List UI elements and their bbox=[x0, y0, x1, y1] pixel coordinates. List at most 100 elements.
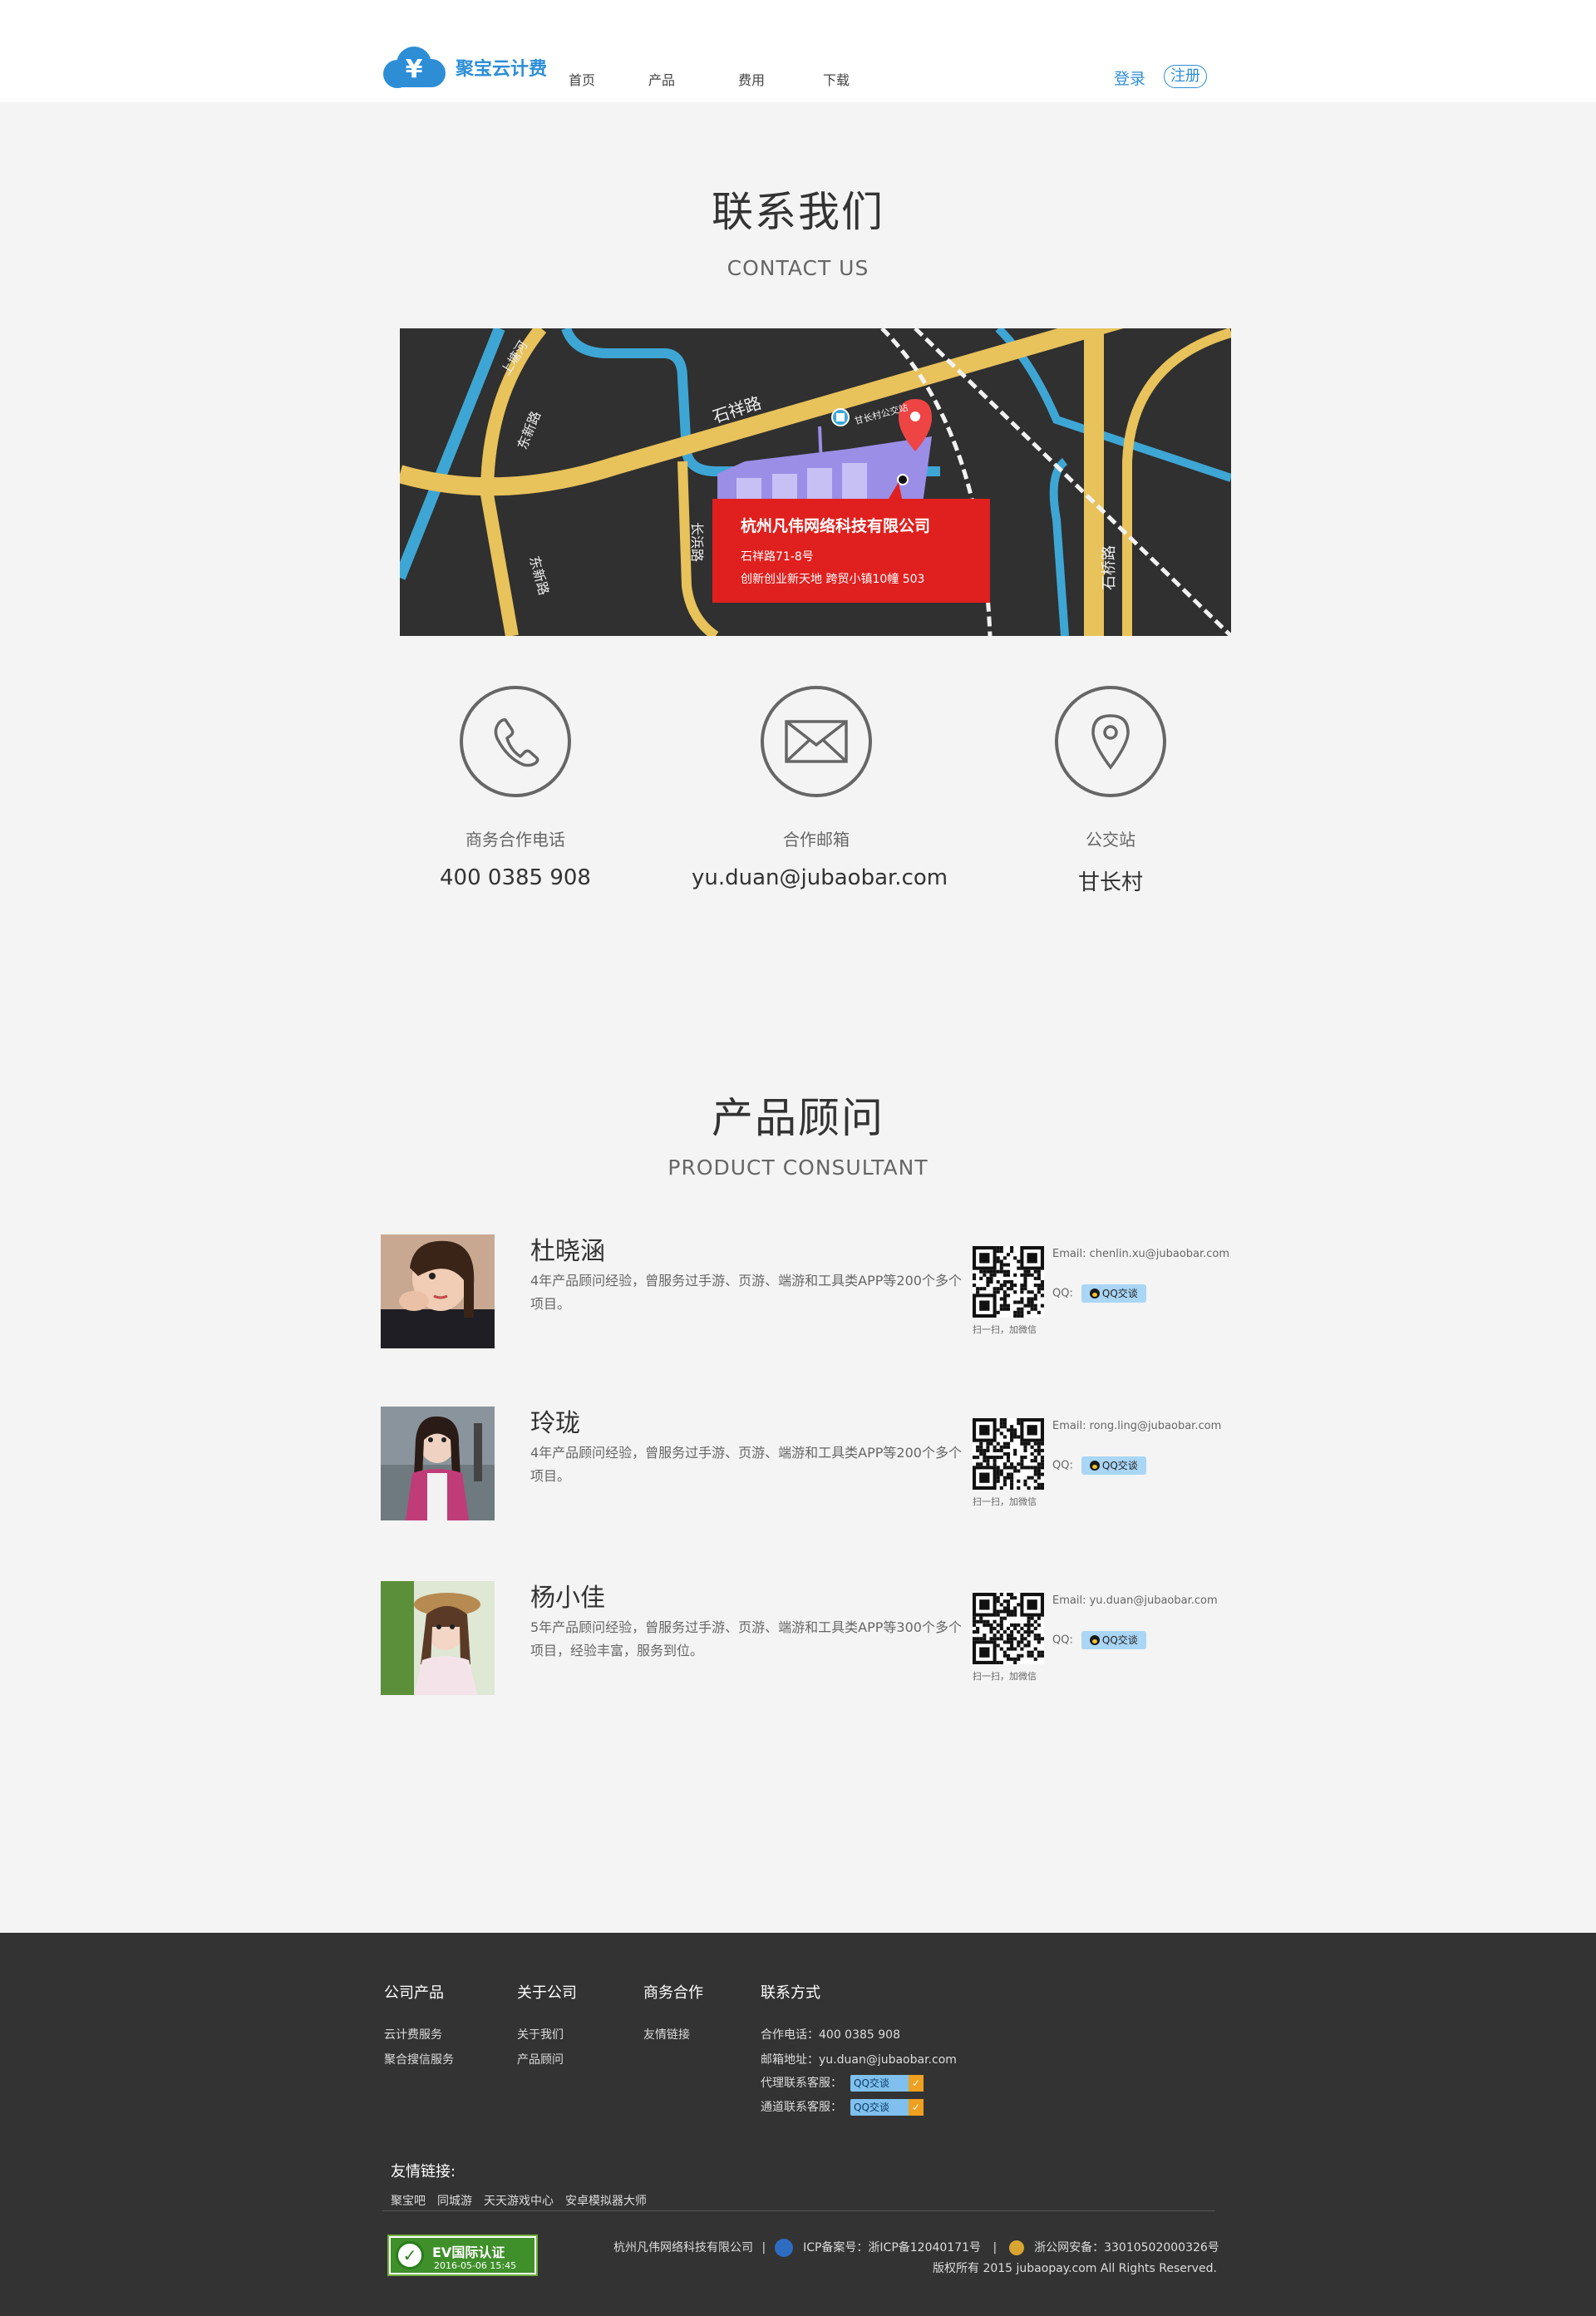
consultant-photo bbox=[381, 1581, 495, 1695]
svg-text:¥: ¥ bbox=[406, 55, 423, 84]
address-line: 石祥路71-8号 bbox=[741, 550, 814, 564]
brand-name: 聚宝云计费 bbox=[456, 59, 548, 80]
email-address[interactable]: yu.duan@jubaobar.com bbox=[692, 865, 948, 890]
company-card: 杭州凡伟网络科技有限公司 石祥路71-8号 创新创业新天地 跨贸小镇10幢 50… bbox=[712, 499, 990, 603]
consultant-desc: 4年产品顾问经验，曾服务过手游、页游、端游和工具类APP等200个多个项目。 bbox=[530, 1445, 962, 1484]
ev-date: 2016-05-06 15:45 bbox=[434, 2260, 517, 2271]
friend-links-title: 友情链接: bbox=[391, 2163, 456, 2180]
qr-caption: 扫一扫，加微信 bbox=[973, 1324, 1037, 1335]
consultant-email: Email: chenlin.xu@jubaobar.com bbox=[1052, 1248, 1229, 1260]
consultant-email: Email: rong.ling@jubaobar.com bbox=[1052, 1420, 1221, 1432]
map-road-label: 石桥路 bbox=[1101, 545, 1118, 590]
contact-label: 商务合作电话 bbox=[466, 830, 565, 850]
footer-col-title: 商务合作 bbox=[643, 1984, 703, 2002]
icp-number[interactable]: ICP备案号：浙ICP备12040171号 bbox=[803, 2241, 981, 2254]
consultant-qq: QQ: QQ交谈 bbox=[1052, 1456, 1146, 1475]
email-label: Email: bbox=[1052, 1248, 1086, 1260]
copyright: 版权所有 2015 jubaopay.com All Rights Reserv… bbox=[933, 2262, 1217, 2275]
footer-link[interactable]: 产品顾问 bbox=[517, 2051, 564, 2067]
qq-chat-button[interactable]: QQ交谈 bbox=[850, 2075, 924, 2092]
consultant-card: 杨小佳 5年产品顾问经验，曾服务过手游、页游、端游和工具类APP等300个多个项… bbox=[381, 1581, 1229, 1698]
friend-link[interactable]: 天天游戏中心 bbox=[484, 2192, 554, 2209]
qq-chat-button[interactable]: QQ交谈 bbox=[1081, 1631, 1146, 1649]
footer-channel-support: 通道联系客服： QQ交谈 bbox=[761, 2098, 924, 2116]
separator: | bbox=[761, 2241, 766, 2254]
consultant-name: 杨小佳 bbox=[530, 1584, 605, 1613]
footer-agent-support: 代理联系客服： QQ交谈 bbox=[761, 2074, 924, 2092]
contact-subtitle: CONTACT US bbox=[727, 256, 869, 280]
email-value[interactable]: chenlin.xu@jubaobar.com bbox=[1090, 1248, 1229, 1260]
footer-col-title: 关于公司 bbox=[517, 1984, 577, 2002]
contact-bus: 公交站 甘长村 bbox=[986, 686, 1235, 896]
email-label: Email: bbox=[1052, 1594, 1086, 1607]
footer-col-title: 联系方式 bbox=[761, 1984, 820, 2002]
ev-badge-inner: ✓ EV国际认证 2016-05-06 15:45 bbox=[391, 2238, 534, 2273]
wechat-qr-code bbox=[973, 1418, 1044, 1490]
qq-penguin-icon bbox=[1089, 1635, 1100, 1645]
map-road-label: 长浜路 bbox=[689, 521, 706, 563]
qr-caption: 扫一扫，加微信 bbox=[973, 1496, 1037, 1507]
consultant-card: 杜晓涵 4年产品顾问经验，曾服务过手游、页游、端游和工具类APP等200个多个项… bbox=[381, 1234, 1229, 1351]
cloud-yen-icon: ¥ bbox=[381, 46, 447, 89]
channel-support-label: 通道联系客服： bbox=[761, 2101, 842, 2114]
contact-email: 合作邮箱 yu.duan@jubaobar.com bbox=[692, 686, 948, 890]
qq-chat-label: QQ交谈 bbox=[1101, 1634, 1138, 1646]
footer: 公司产品 云计费服务 聚合搜信服务 关于公司 关于我们 产品顾问 商务合作 友情… bbox=[0, 1933, 1596, 2316]
consultant-photo bbox=[381, 1407, 495, 1520]
qq-label: QQ: bbox=[1052, 1287, 1073, 1300]
qq-chat-button[interactable]: QQ交谈 bbox=[850, 2099, 924, 2116]
consultant-desc: 4年产品顾问经验，曾服务过手游、页游、端游和工具类APP等200个多个项目。 bbox=[530, 1273, 962, 1312]
ev-certificate-badge[interactable]: ✓ EV国际认证 2016-05-06 15:45 bbox=[387, 2235, 538, 2276]
consultant-qq: QQ: QQ交谈 bbox=[1052, 1631, 1146, 1649]
location-pin-icon bbox=[1055, 686, 1166, 797]
qq-chat-label: QQ交谈 bbox=[1101, 1460, 1138, 1471]
police-badge-icon bbox=[1008, 2240, 1024, 2255]
consultant-name: 玲珑 bbox=[530, 1409, 580, 1438]
friend-link[interactable]: 安卓模拟器大师 bbox=[565, 2192, 647, 2209]
footer-col-title: 公司产品 bbox=[384, 1984, 444, 2002]
footer-email: 邮箱地址：yu.duan@jubaobar.com bbox=[761, 2053, 957, 2067]
contact-phone: 商务合作电话 400 0385 908 bbox=[391, 686, 640, 890]
nav-pricing[interactable]: 费用 bbox=[738, 69, 765, 89]
consultant-qq: QQ: QQ交谈 bbox=[1052, 1284, 1146, 1303]
email-value[interactable]: rong.ling@jubaobar.com bbox=[1090, 1420, 1222, 1432]
qq-chat-button[interactable]: QQ交谈 bbox=[1081, 1284, 1146, 1303]
footer-link[interactable]: 聚合搜信服务 bbox=[384, 2051, 454, 2067]
register-button[interactable]: 注册 bbox=[1164, 65, 1207, 88]
nav-download[interactable]: 下载 bbox=[823, 69, 850, 89]
footer-link[interactable]: 云计费服务 bbox=[384, 2026, 442, 2043]
consultant-title: 产品顾问 bbox=[712, 1094, 884, 1142]
separator: | bbox=[993, 2241, 998, 2254]
footer-link[interactable]: 关于我们 bbox=[517, 2026, 564, 2043]
friend-link[interactable]: 同城游 bbox=[437, 2192, 472, 2209]
agent-support-label: 代理联系客服： bbox=[761, 2077, 842, 2090]
company-name: 杭州凡伟网络科技有限公司 bbox=[741, 517, 931, 535]
address-line: 创新创业新天地 跨贸小镇10幢 503 bbox=[741, 573, 925, 586]
qq-label: QQ: bbox=[1052, 1634, 1073, 1647]
nav-products[interactable]: 产品 bbox=[648, 69, 675, 89]
logo[interactable]: ¥ 聚宝云计费 bbox=[381, 46, 547, 89]
ev-title: EV国际认证 bbox=[432, 2245, 505, 2260]
qq-chat-button[interactable]: QQ交谈 bbox=[1081, 1456, 1146, 1475]
contact-label: 合作邮箱 bbox=[783, 830, 850, 850]
consultant-subtitle: PRODUCT CONSULTANT bbox=[667, 1156, 929, 1180]
location-map[interactable]: 上塘河 东新路 东新路 石祥路 长浜路 石桥路 甘长村公交站 杭州凡伟网络科技有… bbox=[400, 328, 1231, 636]
police-number[interactable]: 浙公网安备：33010502000326号 bbox=[1034, 2241, 1219, 2254]
wechat-qr-code bbox=[973, 1593, 1044, 1664]
mail-icon bbox=[761, 686, 872, 797]
phone-number[interactable]: 400 0385 908 bbox=[391, 865, 640, 890]
friend-link[interactable]: 聚宝吧 bbox=[391, 2192, 426, 2209]
contact-label: 公交站 bbox=[1086, 830, 1135, 850]
email-value[interactable]: yu.duan@jubaobar.com bbox=[1090, 1594, 1218, 1607]
footer-phone: 合作电话：400 0385 908 bbox=[761, 2028, 900, 2042]
footer-divider bbox=[382, 2210, 1215, 2211]
consultant-name: 杜晓涵 bbox=[530, 1237, 605, 1266]
phone-icon bbox=[460, 686, 571, 797]
qq-penguin-icon bbox=[1089, 1289, 1100, 1298]
login-link[interactable]: 登录 bbox=[1114, 67, 1145, 89]
consultant-card: 玲珑 4年产品顾问经验，曾服务过手游、页游、端游和工具类APP等200个多个项目… bbox=[381, 1407, 1229, 1523]
contact-title: 联系我们 bbox=[712, 188, 884, 236]
footer-link[interactable]: 友情链接 bbox=[643, 2026, 690, 2043]
consultant-desc: 5年产品顾问经验，曾服务过手游、页游、端游和工具类APP等300个多个项目，经验… bbox=[530, 1619, 962, 1658]
nav-home[interactable]: 首页 bbox=[569, 69, 595, 89]
